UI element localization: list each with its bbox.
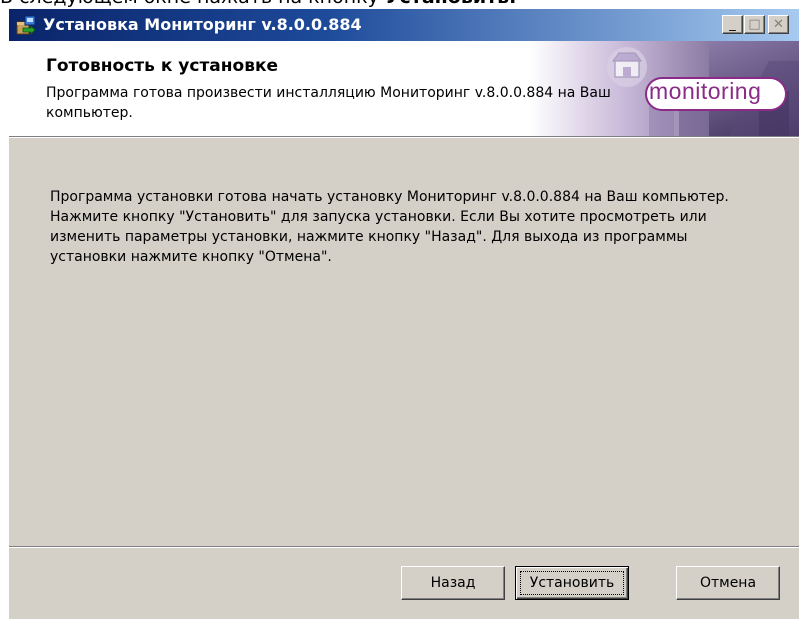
banner-title: Готовность к установке [46,56,279,76]
window-title: Установка Мониторинг v.8.0.0.884 [43,15,362,34]
cancel-button[interactable]: Отмена [676,566,780,600]
install-button-label: Установить [529,575,615,591]
maximize-button[interactable]: □ [744,15,765,34]
close-button[interactable]: ✕ [768,15,789,34]
installer-package-icon [16,15,36,35]
banner-description: Программа готова произвести инсталляцию … [46,85,611,121]
install-button[interactable]: Установить [515,566,629,600]
back-button[interactable]: Назад [401,566,505,600]
store-building-icon [607,47,647,87]
minimize-button[interactable]: _ [722,15,743,34]
footer-separator-highlight [9,547,799,548]
caption-prefix: В следующем окне нажать на кнопку [0,0,385,8]
instructions-text: Программа установки готова начать устано… [50,189,729,265]
title-bar[interactable]: Установка Мониторинг v.8.0.0.884 _ □ ✕ [9,9,799,41]
caption-bold: Установить. [385,0,517,8]
installer-window: Установка Мониторинг v.8.0.0.884 _ □ ✕ m… [8,8,799,619]
header-banner: monitoring Готовность к установке Програ… [9,41,799,136]
banner-separator-highlight [9,137,799,138]
page-caption: В следующем окне нажать на кнопку Устано… [0,0,799,8]
